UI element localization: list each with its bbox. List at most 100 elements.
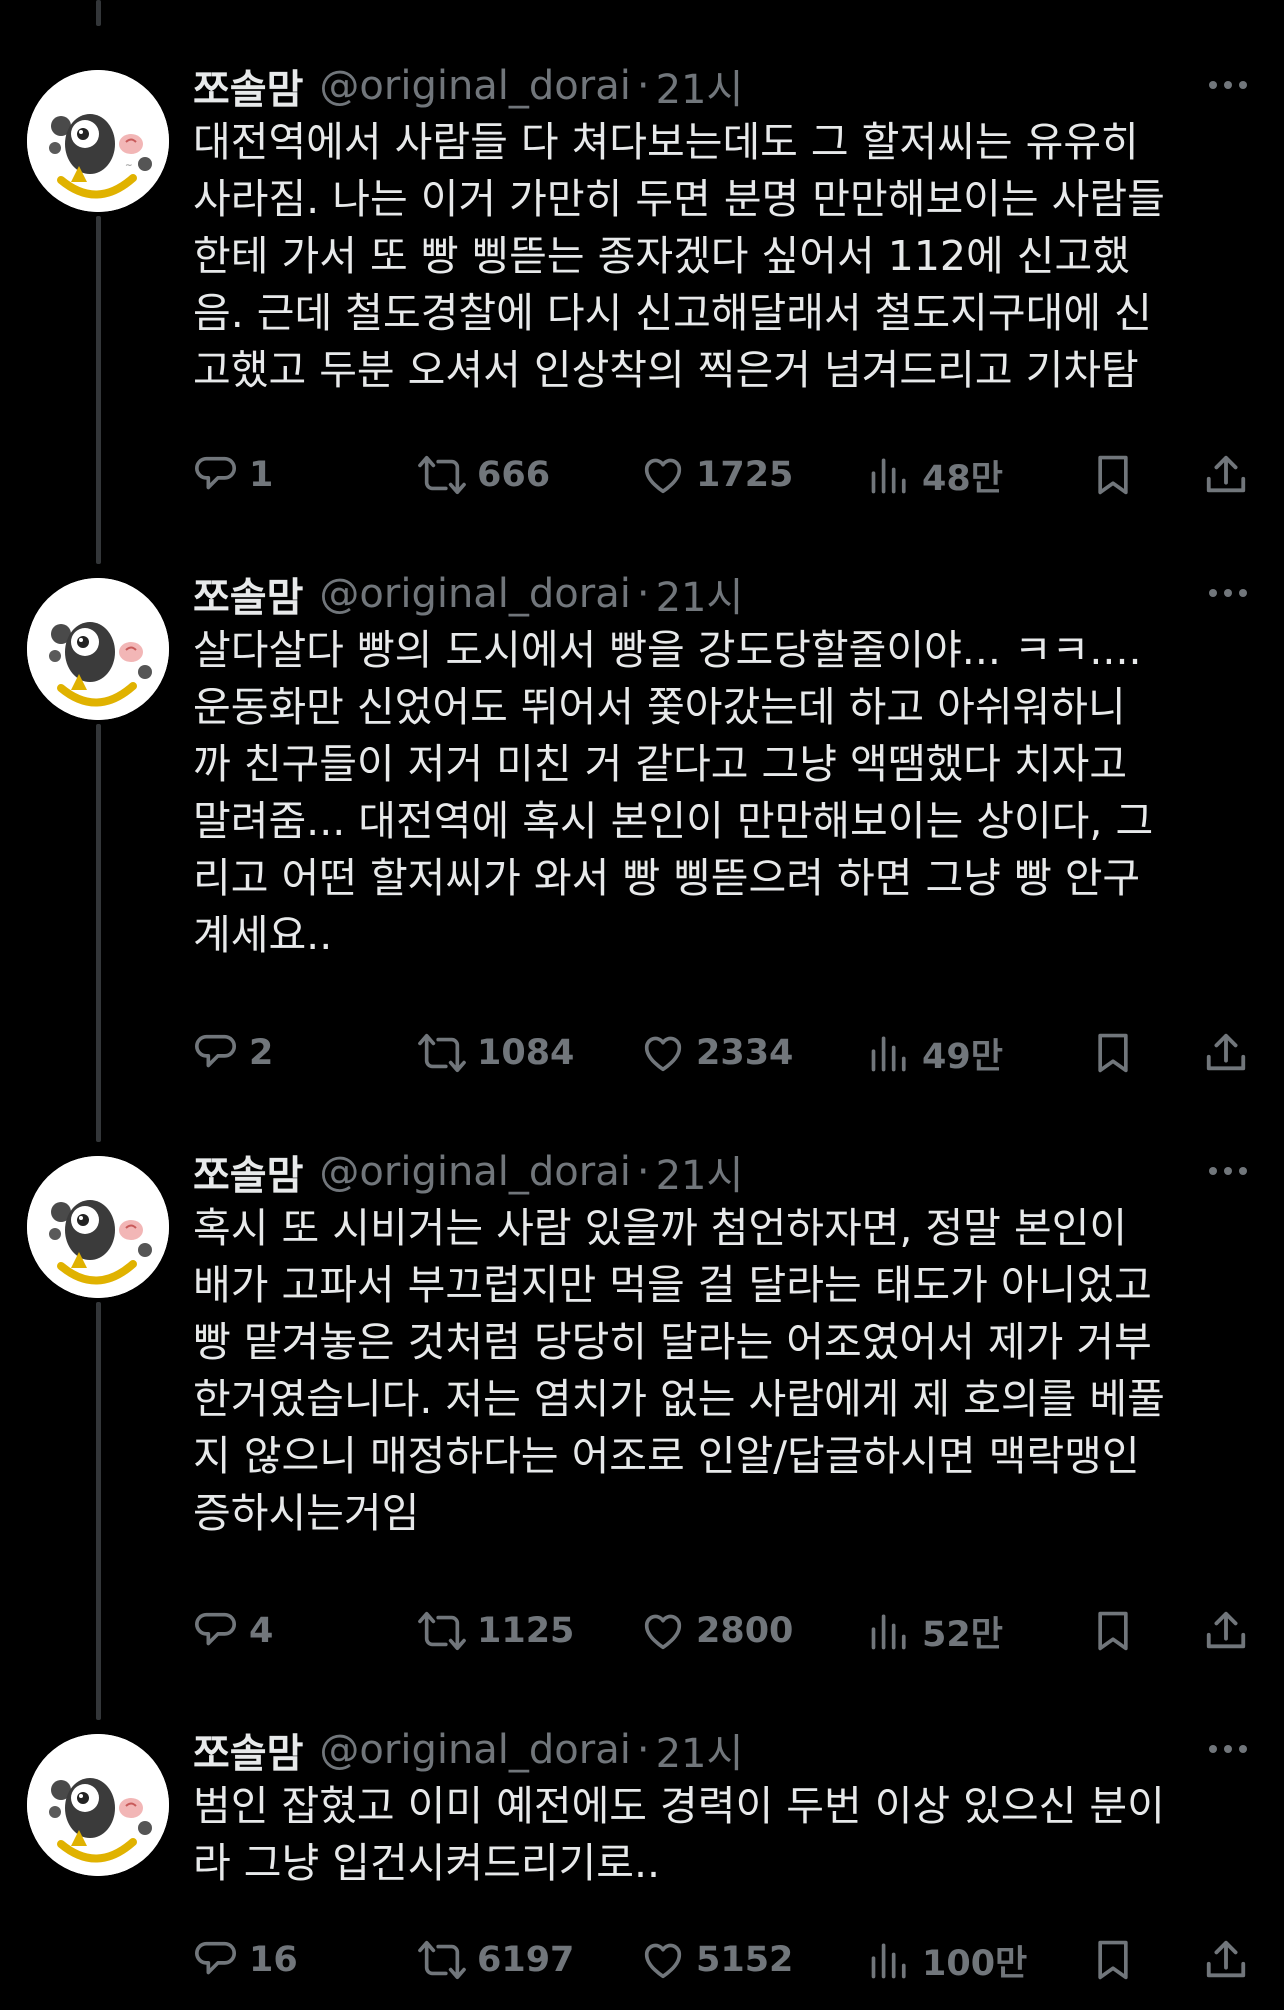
tweet-header: 쪼솔맘 @original_dorai · 21시	[193, 564, 743, 624]
tweet-text-line: 대전역에서 사람들 다 쳐다보는데도 그 할저씨는 유유히	[193, 118, 1139, 166]
views-chart-icon	[871, 1943, 906, 1979]
author-handle[interactable]: @original_dorai	[319, 63, 630, 109]
avatar-illustration	[27, 578, 169, 720]
tweet-text-line: 계세요..	[193, 911, 333, 959]
like-button[interactable]: 2800	[640, 1601, 793, 1661]
bookmark-button[interactable]	[1091, 445, 1135, 505]
retweet-icon	[418, 1940, 466, 1980]
separator-dot: ·	[636, 571, 650, 617]
tweet-time[interactable]: 21시	[656, 1143, 744, 1201]
reply-button[interactable]: 16	[193, 1930, 298, 1990]
tweet-text-line: 라 그냥 입건시켜드리기로..	[193, 1839, 661, 1887]
tweet-text: 범인 잡혔고 이미 예전에도 경력이 두번 이상 있으신 분이 라 그냥 입건시…	[193, 1778, 1253, 1892]
tweet-time[interactable]: 21시	[656, 565, 744, 623]
bookmark-icon	[1098, 1611, 1128, 1651]
thread-connector-line	[96, 0, 101, 26]
avatar[interactable]	[27, 578, 169, 720]
more-dots-icon[interactable]	[1206, 1734, 1250, 1764]
author-handle[interactable]: @original_dorai	[319, 1149, 630, 1195]
reply-button[interactable]: 1	[193, 445, 273, 505]
heart-icon	[644, 1614, 682, 1650]
bookmark-icon	[1098, 1940, 1128, 1980]
bookmark-icon	[1098, 455, 1128, 495]
view-count: 52만	[922, 1614, 1003, 1655]
views-button[interactable]: 100만	[868, 1930, 1027, 1990]
tweet-actions: 4 1125 2800 52만	[193, 1601, 1253, 1661]
avatar[interactable]	[27, 1156, 169, 1298]
separator-dot: ·	[636, 1727, 650, 1773]
retweet-icon	[418, 1033, 466, 1073]
tweet-text: 대전역에서 사람들 다 쳐다보는데도 그 할저씨는 유유히 사라짐. 나는 이거…	[193, 114, 1253, 399]
retweet-button[interactable]: 6197	[417, 1930, 574, 1990]
author-handle[interactable]: @original_dorai	[319, 571, 630, 617]
tweet-text-line: 까 친구들이 저거 미친 거 같다고 그냥 액땜했다 치자고	[193, 740, 1128, 788]
tweet-text-line: 증하시는거임	[193, 1489, 420, 1537]
author-name[interactable]: 쪼솔맘	[193, 1143, 303, 1201]
views-button[interactable]: 52만	[868, 1601, 1003, 1661]
tweet-header: 쪼솔맘 @original_dorai · 21시	[193, 1142, 743, 1202]
retweet-count: 666	[477, 455, 551, 495]
views-chart-icon	[871, 458, 906, 494]
like-button[interactable]: 1725	[640, 445, 793, 505]
bookmark-icon	[1098, 1033, 1128, 1073]
retweet-button[interactable]: 1084	[417, 1023, 574, 1083]
more-dots-icon[interactable]	[1206, 70, 1250, 100]
avatar[interactable]: ~	[27, 70, 169, 212]
reply-bubble-icon	[195, 456, 237, 490]
heart-icon	[644, 1943, 682, 1979]
bookmark-button[interactable]	[1091, 1023, 1135, 1083]
retweet-icon	[418, 1611, 466, 1651]
views-button[interactable]: 49만	[868, 1023, 1003, 1083]
view-count: 49만	[922, 1036, 1003, 1077]
tweet-time[interactable]: 21시	[656, 1721, 744, 1779]
more-dots-icon[interactable]	[1206, 578, 1250, 608]
more-dots-icon[interactable]	[1206, 1156, 1250, 1186]
share-button[interactable]	[1203, 1601, 1249, 1661]
tweet-text: 살다살다 빵의 도시에서 빵을 강도당할줄이야... ㅋㅋ.... 운동화만 신…	[193, 622, 1253, 964]
like-button[interactable]: 2334	[640, 1023, 793, 1083]
like-count: 2334	[696, 1033, 794, 1073]
retweet-button[interactable]: 666	[417, 445, 550, 505]
reply-count: 16	[249, 1940, 298, 1980]
tweet-text-line: 고했고 두분 오셔서 인상착의 찍은거 넘겨드리고 기차탐	[193, 346, 1139, 394]
tweet-text-line: 말려줌... 대전역에 혹시 본인이 만만해보이는 상이다, 그	[193, 797, 1154, 845]
share-button[interactable]	[1203, 1930, 1249, 1990]
tweet-text-line: 음. 근데 철도경찰에 다시 신고해달래서 철도지구대에 신	[193, 289, 1152, 337]
reply-button[interactable]: 4	[193, 1601, 273, 1661]
separator-dot: ·	[636, 63, 650, 109]
author-name[interactable]: 쪼솔맘	[193, 57, 303, 115]
share-icon	[1206, 455, 1246, 493]
retweet-count: 1084	[477, 1033, 575, 1073]
thread-connector-line	[96, 216, 101, 564]
retweet-count: 6197	[477, 1940, 575, 1980]
share-button[interactable]	[1203, 445, 1249, 505]
views-chart-icon	[871, 1036, 906, 1072]
views-button[interactable]: 48만	[868, 445, 1003, 505]
share-button[interactable]	[1203, 1023, 1249, 1083]
retweet-button[interactable]: 1125	[417, 1601, 574, 1661]
tweet-text-line: 사라짐. 나는 이거 가만히 두면 분명 만만해보이는 사람들	[193, 175, 1165, 223]
avatar-illustration: ~	[27, 70, 169, 212]
author-handle[interactable]: @original_dorai	[319, 1727, 630, 1773]
view-count: 48만	[922, 458, 1003, 499]
like-button[interactable]: 5152	[640, 1930, 793, 1990]
tweet-actions: 1 666 1725 48만	[193, 445, 1253, 505]
tweet-text-line: 운동화만 신었어도 뛰어서 쫓아갔는데 하고 아쉬워하니	[193, 683, 1126, 731]
reply-count: 2	[249, 1033, 274, 1073]
bookmark-button[interactable]	[1091, 1930, 1135, 1990]
reply-bubble-icon	[195, 1034, 237, 1068]
heart-icon	[644, 458, 682, 494]
avatar[interactable]	[27, 1734, 169, 1876]
like-count: 1725	[696, 455, 794, 495]
reply-button[interactable]: 2	[193, 1023, 273, 1083]
bookmark-button[interactable]	[1091, 1601, 1135, 1661]
thread-connector-line	[96, 724, 101, 1142]
tweet-actions: 16 6197 5152 100만	[193, 1930, 1253, 1990]
tweet-text-line: 빵 맡겨놓은 것처럼 당당히 달라는 어조였어서 제가 거부	[193, 1318, 1152, 1366]
svg-text:~: ~	[125, 161, 133, 171]
author-name[interactable]: 쪼솔맘	[193, 565, 303, 623]
tweet-text-line: 한거였습니다. 저는 염치가 없는 사람에게 제 호의를 베풀	[193, 1375, 1165, 1423]
author-name[interactable]: 쪼솔맘	[193, 1721, 303, 1779]
reply-bubble-icon	[195, 1941, 237, 1975]
tweet-time[interactable]: 21시	[656, 57, 744, 115]
